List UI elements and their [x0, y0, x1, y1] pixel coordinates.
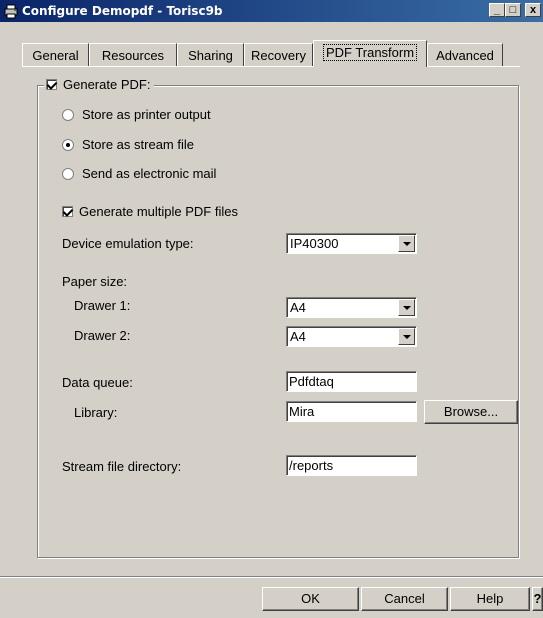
- help-button[interactable]: Help: [450, 587, 530, 611]
- radio-store-printer-output[interactable]: Store as printer output: [62, 107, 211, 122]
- tab-sharing[interactable]: Sharing: [177, 43, 244, 66]
- library-label: Library:: [74, 405, 118, 420]
- tab-label: Recovery: [251, 48, 306, 63]
- radio-label: Send as electronic mail: [82, 166, 217, 181]
- radio-store-stream-file[interactable]: Store as stream file: [62, 137, 194, 152]
- checkbox-checked-icon: [62, 206, 73, 217]
- tab-recovery[interactable]: Recovery: [244, 43, 313, 66]
- tab-general[interactable]: General: [22, 43, 89, 66]
- radio-unselected-icon: [62, 108, 74, 121]
- generate-multiple-pdf-checkbox[interactable]: Generate multiple PDF files: [62, 204, 238, 219]
- tab-panel-edge: [22, 66, 520, 67]
- device-emulation-label: Device emulation type:: [62, 236, 194, 251]
- chevron-down-icon[interactable]: [398, 328, 415, 345]
- title-bar: Configure Demopdf - Torisc9b _ □ x: [0, 0, 543, 22]
- radio-selected-icon: [62, 138, 74, 151]
- drawer1-label: Drawer 1:: [74, 298, 131, 313]
- drawer2-value: A4: [290, 329, 306, 344]
- device-emulation-value: IP40300: [290, 236, 339, 251]
- window-title: Configure Demopdf - Torisc9b: [22, 4, 223, 18]
- tab-label: General: [32, 48, 79, 63]
- library-input[interactable]: Mira: [286, 401, 417, 422]
- stream-directory-label: Stream file directory:: [62, 459, 182, 474]
- maximize-button[interactable]: □: [505, 3, 521, 17]
- drawer2-select[interactable]: A4: [286, 326, 417, 347]
- device-emulation-select[interactable]: IP40300: [286, 233, 417, 254]
- radio-unselected-icon: [62, 167, 74, 180]
- tab-pdf-transform[interactable]: PDF Transform: [313, 40, 427, 67]
- tab-label: Sharing: [188, 48, 233, 63]
- radio-label: Store as stream file: [82, 137, 194, 152]
- minimize-button[interactable]: _: [489, 3, 505, 17]
- cancel-button[interactable]: Cancel: [361, 587, 448, 611]
- browse-button[interactable]: Browse...: [424, 400, 518, 424]
- close-button[interactable]: x: [525, 3, 541, 17]
- tab-advanced[interactable]: Advanced: [427, 43, 503, 66]
- tab-resources[interactable]: Resources: [89, 43, 177, 66]
- drawer2-label: Drawer 2:: [74, 328, 131, 343]
- tab-label: Advanced: [436, 48, 494, 63]
- checkbox-checked-icon: [46, 79, 57, 90]
- paper-size-label: Paper size:: [62, 274, 128, 289]
- chevron-down-icon[interactable]: [398, 235, 415, 252]
- whats-this-button[interactable]: ?: [532, 587, 543, 611]
- data-queue-label: Data queue:: [62, 375, 133, 390]
- data-queue-input[interactable]: Pdfdtaq: [286, 371, 417, 392]
- tab-label: Resources: [101, 48, 165, 63]
- generate-pdf-checkbox[interactable]: Generate PDF:: [44, 77, 155, 92]
- checkbox-label: Generate multiple PDF files: [79, 204, 238, 219]
- generate-pdf-group: [37, 85, 519, 558]
- button-bar-divider: [0, 576, 543, 578]
- drawer1-select[interactable]: A4: [286, 297, 417, 318]
- generate-pdf-label: Generate PDF:: [63, 77, 151, 92]
- stream-directory-input[interactable]: /reports: [286, 455, 417, 476]
- drawer1-value: A4: [290, 300, 306, 315]
- radio-send-email[interactable]: Send as electronic mail: [62, 166, 216, 181]
- radio-label: Store as printer output: [82, 107, 211, 122]
- printer-app-icon: [4, 4, 18, 19]
- tab-label: PDF Transform: [322, 44, 418, 61]
- chevron-down-icon[interactable]: [398, 299, 415, 316]
- ok-button[interactable]: OK: [262, 587, 359, 611]
